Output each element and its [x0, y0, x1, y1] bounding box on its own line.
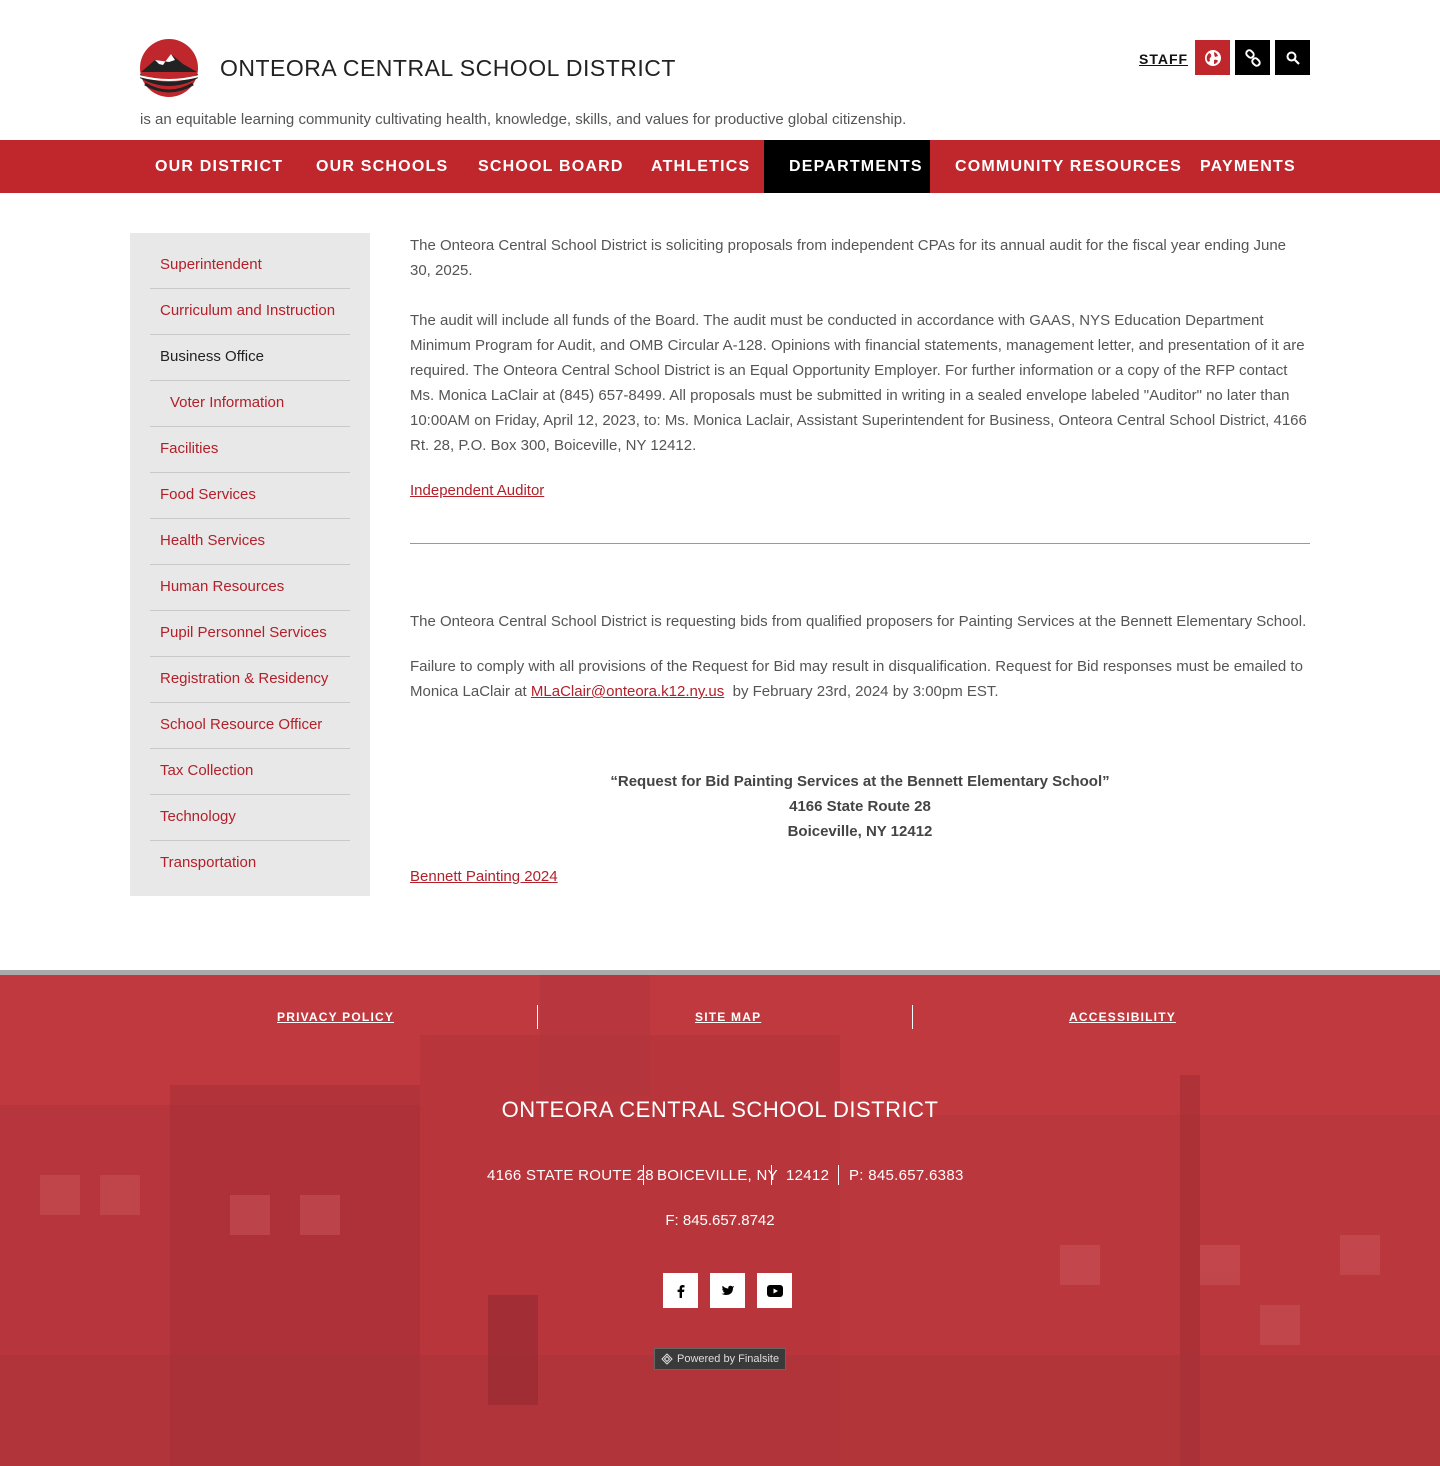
- site-title[interactable]: ONTEORA CENTRAL SCHOOL DISTRICT: [220, 55, 676, 82]
- sidebar-item-health-services[interactable]: Health Services: [150, 519, 350, 565]
- bennett-painting-link[interactable]: Bennett Painting 2024: [410, 868, 558, 885]
- footer-link-separator: [537, 1005, 538, 1029]
- sidebar-item-human-resources[interactable]: Human Resources: [150, 565, 350, 611]
- site-map-link[interactable]: SITE MAP: [695, 1010, 761, 1024]
- main-nav: OUR DISTRICT OUR SCHOOLS SCHOOL BOARD AT…: [0, 140, 1440, 193]
- youtube-button[interactable]: [757, 1273, 792, 1308]
- footer-zip: 12412: [786, 1167, 830, 1184]
- nav-our-schools[interactable]: OUR SCHOOLS: [291, 140, 473, 193]
- footer-phone[interactable]: P: 845.657.6383: [849, 1167, 964, 1184]
- sidebar-item-pupil-personnel[interactable]: Pupil Personnel Services: [150, 611, 350, 657]
- nav-athletics[interactable]: ATHLETICS: [626, 140, 775, 193]
- sidebar-nav: Superintendent Curriculum and Instructio…: [130, 233, 370, 896]
- search-icon: [1286, 51, 1300, 65]
- site-header: ONTEORA CENTRAL SCHOOL DISTRICT is an eq…: [0, 0, 1440, 140]
- sidebar-item-technology[interactable]: Technology: [150, 795, 350, 841]
- search-button[interactable]: [1275, 40, 1310, 75]
- footer-link-separator: [912, 1005, 913, 1029]
- accessibility-link[interactable]: ACCESSIBILITY: [1069, 1010, 1176, 1024]
- sidebar-item-food-services[interactable]: Food Services: [150, 473, 350, 519]
- sidebar-item-school-resource-officer[interactable]: School Resource Officer: [150, 703, 350, 749]
- facebook-button[interactable]: [663, 1273, 698, 1308]
- globe-icon: [1204, 49, 1221, 66]
- sidebar-item-transportation[interactable]: Transportation: [150, 841, 350, 887]
- nav-school-board[interactable]: SCHOOL BOARD: [453, 140, 649, 193]
- nav-departments[interactable]: DEPARTMENTS: [764, 140, 930, 193]
- audit-intro: The Onteora Central School District is s…: [410, 237, 1287, 279]
- sidebar-item-business-office[interactable]: Business Office: [150, 335, 350, 381]
- sidebar-item-tax-collection[interactable]: Tax Collection: [150, 749, 350, 795]
- district-logo[interactable]: [135, 38, 203, 98]
- main-content: The Onteora Central School District is s…: [410, 233, 1310, 523]
- sidebar-item-superintendent[interactable]: Superintendent: [150, 243, 350, 289]
- site-tagline: is an equitable learning community culti…: [140, 111, 907, 128]
- footer-fax: F: 845.657.8742: [665, 1212, 775, 1229]
- twitter-button[interactable]: [710, 1273, 745, 1308]
- finalsite-icon: [661, 1353, 673, 1365]
- audit-body: The audit will include all funds of the …: [410, 312, 1307, 454]
- nav-our-district[interactable]: OUR DISTRICT: [130, 140, 308, 193]
- powered-by-finalsite-badge[interactable]: Powered by Finalsite: [654, 1348, 786, 1370]
- nav-payments[interactable]: PAYMENTS: [1175, 140, 1321, 193]
- sidebar-item-registration[interactable]: Registration & Residency: [150, 657, 350, 703]
- footer-district-name: ONTEORA CENTRAL SCHOOL DISTRICT: [501, 1097, 939, 1122]
- bid-body: Failure to comply with all provisions of…: [410, 654, 1310, 704]
- sidebar-item-facilities[interactable]: Facilities: [150, 427, 350, 473]
- nav-community-resources[interactable]: COMMUNITY RESOURCES: [930, 140, 1207, 193]
- sidebar-item-curriculum[interactable]: Curriculum and Instruction: [150, 289, 350, 335]
- privacy-policy-link[interactable]: PRIVACY POLICY: [277, 1010, 394, 1024]
- facebook-icon: [677, 1284, 684, 1298]
- content-divider: [410, 543, 1310, 544]
- footer-address-separator: [771, 1165, 772, 1185]
- footer-address-separator: [643, 1165, 644, 1185]
- links-icon: [1244, 48, 1261, 67]
- quick-links-button[interactable]: [1235, 40, 1270, 75]
- bid-section: The Onteora Central School District is r…: [410, 609, 1310, 909]
- youtube-icon: [766, 1284, 783, 1297]
- footer-address-separator: [838, 1165, 839, 1185]
- footer-city: BOICEVILLE, NY: [657, 1167, 778, 1184]
- footer-address: 4166 STATE ROUTE 28: [487, 1167, 654, 1184]
- independent-auditor-link[interactable]: Independent Auditor: [410, 482, 544, 499]
- bid-intro: The Onteora Central School District is r…: [410, 613, 1307, 630]
- sidebar-item-voter-information[interactable]: Voter Information: [150, 381, 350, 427]
- powered-by-label: Powered by Finalsite: [677, 1353, 780, 1365]
- bid-address-line1: 4166 State Route 28: [789, 798, 931, 815]
- twitter-icon: [721, 1285, 734, 1295]
- bid-address-line2: Boiceville, NY 12412: [787, 823, 933, 840]
- bid-body-post: by February 23rd, 2024 by 3:00pm EST.: [724, 683, 999, 700]
- bid-email-link[interactable]: MLaClair@onteora.k12.ny.us: [531, 683, 724, 700]
- staff-link[interactable]: STAFF: [1139, 51, 1188, 67]
- bid-title: “Request for Bid Painting Services at th…: [610, 773, 1110, 790]
- translate-button[interactable]: [1195, 40, 1230, 75]
- site-footer: PRIVACY POLICY SITE MAP ACCESSIBILITY ON…: [0, 975, 1440, 1466]
- bid-title-block: “Request for Bid Painting Services at th…: [410, 769, 1310, 844]
